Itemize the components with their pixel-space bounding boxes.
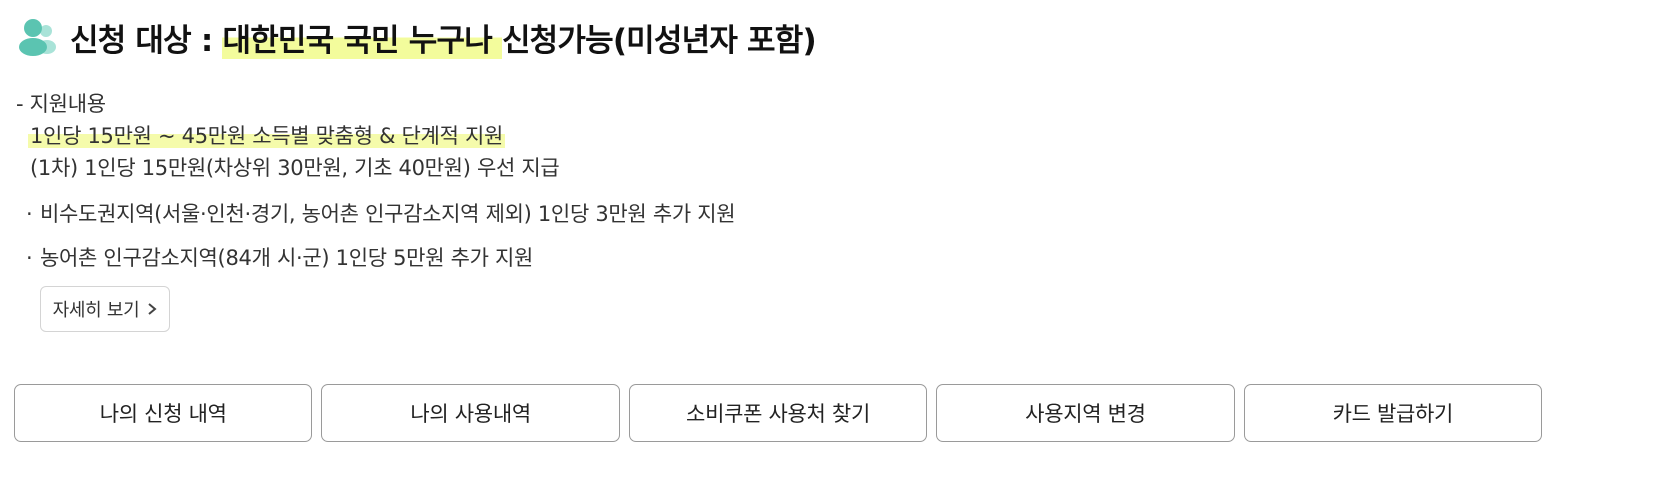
support-section-title: - 지원내용	[16, 92, 106, 116]
eligibility-heading: 신청 대상 : 대한민국 국민 누구나 신청가능(미성년자 포함)	[18, 14, 817, 60]
my-application-history-button[interactable]: 나의 신청 내역	[14, 384, 313, 442]
people-icon	[19, 19, 56, 56]
chevron-right-icon	[148, 303, 157, 315]
bullet-marker: ·	[26, 246, 33, 270]
view-details-button[interactable]: 자세히 보기	[40, 286, 170, 332]
eligibility-highlight: 대한민국 국민 누구나	[222, 22, 502, 59]
find-coupon-stores-button[interactable]: 소비쿠폰 사용처 찾기	[628, 384, 928, 442]
support-amount-line: 1인당 15만원 ~ 45만원 소득별 맞춤형 & 단계적 지원	[28, 120, 506, 150]
bullet-item: · 농어촌 인구감소지역(84개 시·군) 1인당 5만원 추가 지원	[26, 242, 533, 272]
change-usage-region-label: 사용지역 변경	[1025, 402, 1146, 426]
view-details-label: 자세히 보기	[52, 300, 140, 321]
my-usage-history-button[interactable]: 나의 사용내역	[321, 384, 620, 442]
find-coupon-stores-label: 소비쿠폰 사용처 찾기	[686, 402, 870, 426]
bullet-item: · 비수도권지역(서울·인천·경기, 농어촌 인구감소지역 제외) 1인당 3만원…	[26, 198, 736, 228]
issue-card-button[interactable]: 카드 발급하기	[1243, 384, 1543, 442]
bullet-text: 비수도권지역(서울·인천·경기, 농어촌 인구감소지역 제외) 1인당 3만원 …	[40, 202, 736, 226]
eligibility-suffix: 신청가능(미성년자 포함)	[501, 22, 817, 59]
first-round-line: (1차) 1인당 15만원(차상위 30만원, 기초 40만원) 우선 지급	[30, 156, 560, 180]
eligibility-title: 신청 대상 : 대한민국 국민 누구나 신청가능(미성년자 포함)	[70, 15, 817, 60]
eligibility-prefix: 신청 대상 :	[70, 22, 223, 59]
bullet-marker: ·	[26, 202, 33, 226]
change-usage-region-button[interactable]: 사용지역 변경	[936, 384, 1235, 442]
support-amount-highlight: 1인당 15만원 ~ 45만원 소득별 맞춤형 & 단계적 지원	[28, 124, 506, 148]
my-application-history-label: 나의 신청 내역	[99, 402, 227, 426]
my-usage-history-label: 나의 사용내역	[410, 402, 531, 426]
bullet-text: 농어촌 인구감소지역(84개 시·군) 1인당 5만원 추가 지원	[40, 246, 534, 270]
issue-card-label: 카드 발급하기	[1332, 402, 1454, 426]
action-button-row: 나의 신청 내역 나의 사용내역 소비쿠폰 사용처 찾기 사용지역 변경 카드 …	[14, 384, 1543, 442]
